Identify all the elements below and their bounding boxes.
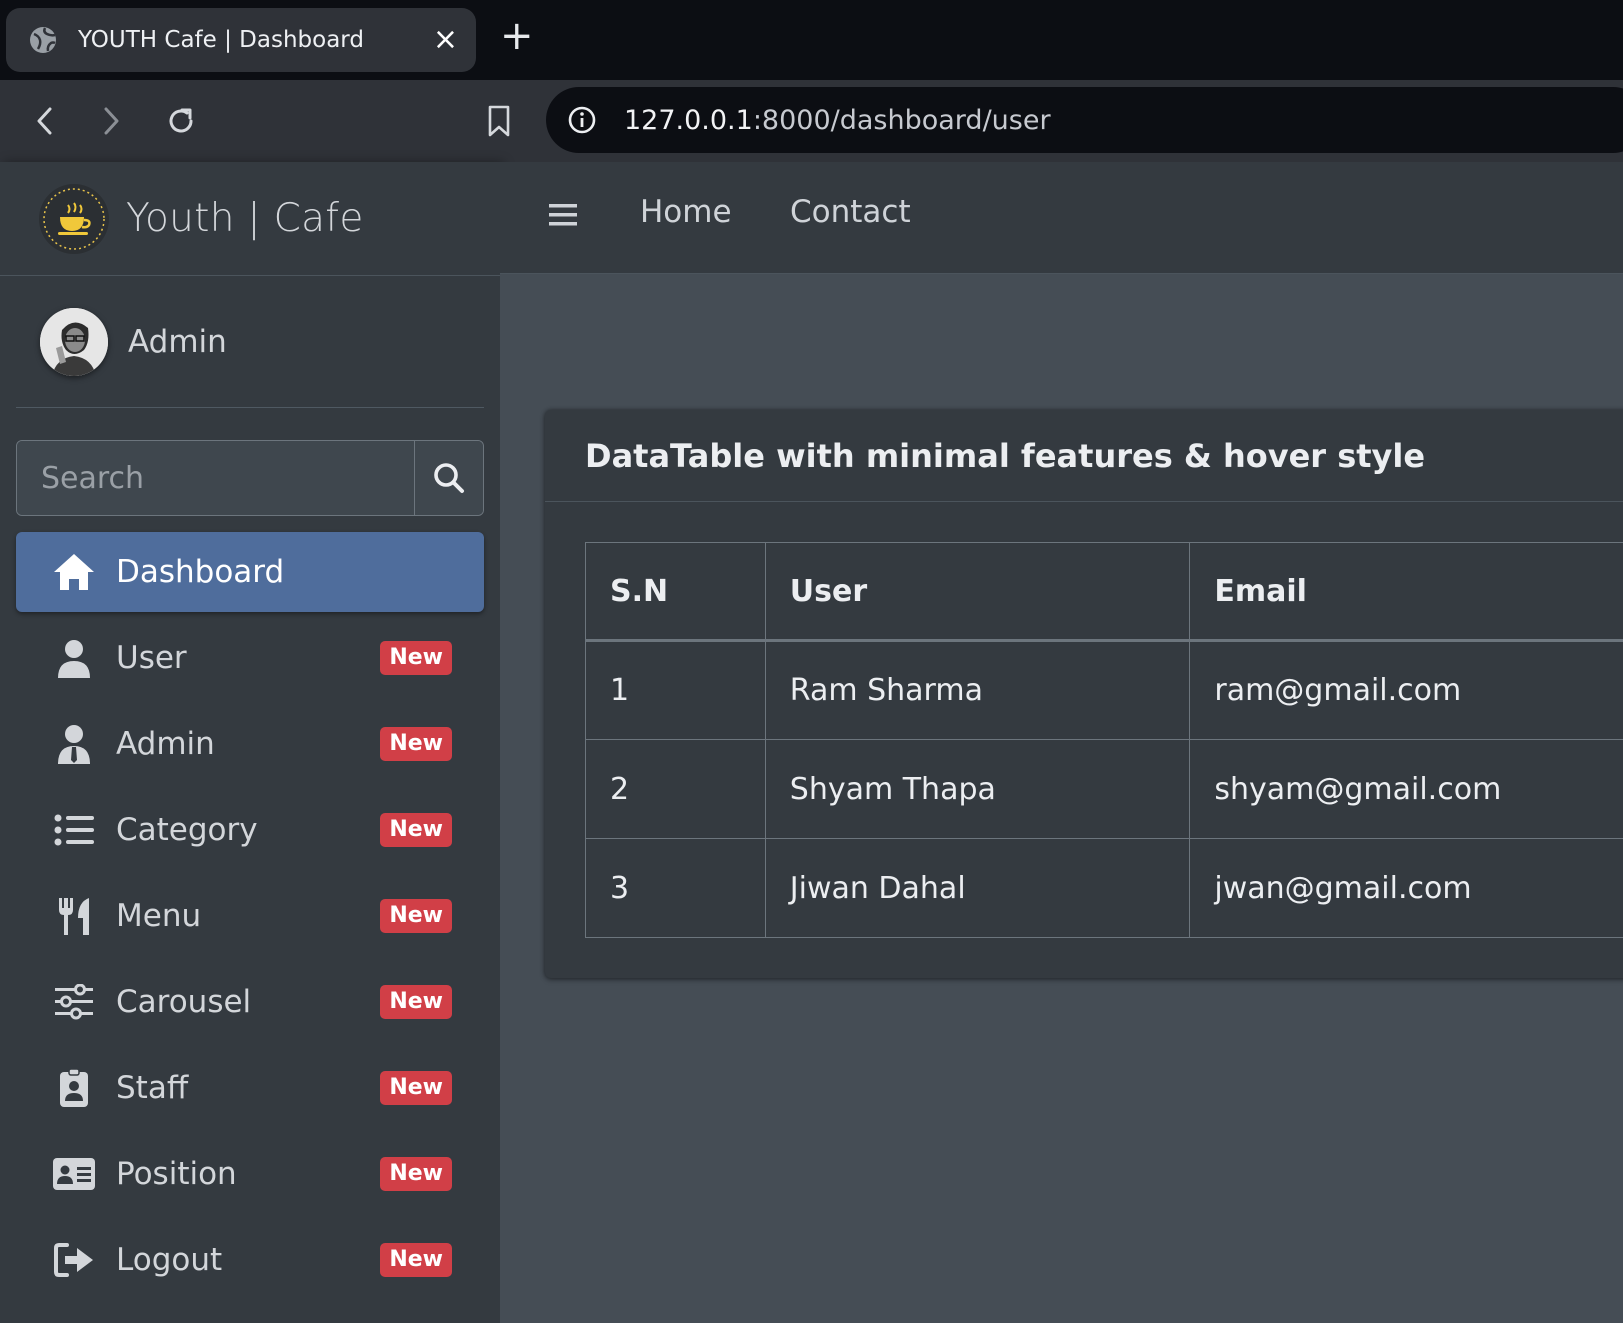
back-arrow-icon: [37, 107, 52, 135]
new-badge: New: [380, 1070, 452, 1106]
content-area: DataTable with minimal features & hover …: [500, 274, 1623, 1323]
cell-sn: 2: [585, 739, 766, 839]
brand-link[interactable]: Youth | Cafe: [0, 162, 500, 276]
reload-icon: [169, 108, 193, 133]
forward-button[interactable]: [88, 98, 134, 144]
cell-sn: 1: [585, 640, 766, 740]
cell-email: jwan@gmail.com: [1189, 838, 1623, 938]
id-badge-icon: [52, 1066, 96, 1110]
sidebar-item-logout[interactable]: Logout New: [16, 1220, 484, 1300]
column-header-email[interactable]: Email: [1189, 542, 1623, 642]
sidebar-item-user[interactable]: User New: [16, 618, 484, 698]
cell-user: Jiwan Dahal: [764, 838, 1191, 938]
sidebar-item-carousel[interactable]: Carousel New: [16, 962, 484, 1042]
browser-tabstrip: YOUTH Cafe | Dashboard × +: [0, 0, 1623, 80]
new-badge: New: [380, 984, 452, 1020]
browser-toolbar: 127.0.0.1:8000/dashboard/user: [0, 80, 1623, 162]
sidebar-item-dashboard[interactable]: Dashboard: [16, 532, 484, 612]
user-icon: [52, 636, 96, 680]
new-badge: New: [380, 1242, 452, 1278]
list-icon: [52, 808, 96, 852]
new-badge: New: [380, 1156, 452, 1192]
table-row[interactable]: 2 Shyam Thapa shyam@gmail.com: [585, 739, 1623, 839]
cell-email: ram@gmail.com: [1189, 640, 1623, 740]
sidebar-search: [16, 440, 484, 516]
sidebar-item-staff[interactable]: Staff New: [16, 1048, 484, 1128]
new-badge: New: [380, 726, 452, 762]
new-badge: New: [380, 812, 452, 848]
forward-arrow-icon: [104, 107, 119, 135]
sliders-icon: [52, 980, 96, 1024]
table-header-row: S.N User Email: [585, 542, 1623, 642]
address-bar[interactable]: 127.0.0.1:8000/dashboard/user: [546, 87, 1623, 153]
sign-out-icon: [52, 1238, 96, 1282]
new-badge: New: [380, 898, 452, 934]
user-tie-icon: [52, 722, 96, 766]
cell-email: shyam@gmail.com: [1189, 739, 1623, 839]
column-header-user[interactable]: User: [764, 542, 1191, 642]
bookmark-button[interactable]: [476, 98, 522, 144]
sidebar-item-position[interactable]: Position New: [16, 1134, 484, 1214]
column-header-sn[interactable]: S.N: [585, 542, 766, 642]
table-row[interactable]: 1 Ram Sharma ram@gmail.com: [585, 640, 1623, 740]
id-card-icon: [52, 1152, 96, 1196]
site-info-icon[interactable]: [566, 104, 598, 136]
tab-title: YOUTH Cafe | Dashboard: [78, 27, 364, 53]
datatable-card: DataTable with minimal features & hover …: [545, 410, 1623, 978]
user-panel[interactable]: Admin: [16, 276, 484, 408]
avatar: [40, 307, 108, 376]
url-text: 127.0.0.1:8000/dashboard/user: [624, 104, 1051, 136]
top-navbar: Home Contact: [500, 162, 1623, 274]
utensils-icon: [52, 894, 96, 938]
avatar-image: [40, 307, 108, 376]
nav-contact-link[interactable]: Contact: [790, 194, 911, 230]
close-tab-icon[interactable]: ×: [433, 25, 458, 55]
hamburger-menu-icon[interactable]: [548, 200, 578, 230]
sidebar-item-category[interactable]: Category New: [16, 790, 484, 870]
cafe-logo-icon: [39, 183, 109, 254]
bookmark-icon: [488, 105, 510, 137]
sidebar-menu: Dashboard User New Admin New Category Ne…: [16, 532, 484, 1300]
cell-sn: 3: [585, 838, 766, 938]
sidebar: Youth | Cafe Admin Search Dashboard User…: [0, 162, 500, 1323]
nav-home-link[interactable]: Home: [640, 194, 732, 230]
cell-user: Shyam Thapa: [764, 739, 1191, 839]
new-badge: New: [380, 640, 452, 676]
search-input[interactable]: [17, 441, 414, 515]
back-button[interactable]: [22, 98, 68, 144]
user-name: Admin: [128, 323, 227, 360]
cell-user: Ram Sharma: [764, 640, 1191, 740]
card-header: DataTable with minimal features & hover …: [545, 410, 1623, 502]
reload-button[interactable]: [158, 98, 204, 144]
home-icon: [52, 550, 96, 594]
sidebar-item-menu[interactable]: Menu New: [16, 876, 484, 956]
browser-tab[interactable]: YOUTH Cafe | Dashboard ×: [6, 8, 476, 72]
globe-icon: [30, 27, 56, 53]
table-row[interactable]: 3 Jiwan Dahal jwan@gmail.com: [585, 838, 1623, 938]
new-tab-button[interactable]: +: [500, 16, 534, 56]
sidebar-item-admin[interactable]: Admin New: [16, 704, 484, 784]
table-wrapper: S.N User Email 1 Ram Sharma ram@gmail.co…: [585, 542, 1623, 938]
card-title: DataTable with minimal features & hover …: [585, 436, 1426, 475]
search-icon: [434, 463, 464, 493]
search-button[interactable]: [414, 441, 483, 515]
users-table: S.N User Email 1 Ram Sharma ram@gmail.co…: [585, 542, 1623, 938]
brand-text: Youth | Cafe: [126, 196, 364, 241]
